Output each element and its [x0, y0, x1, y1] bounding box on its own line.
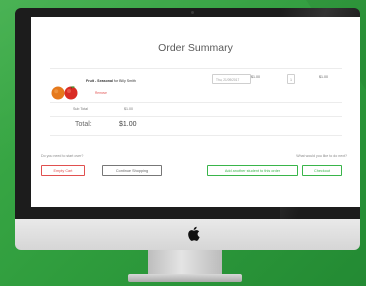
- divider: [50, 102, 342, 103]
- start-over-question: Do you need to start over?: [41, 154, 84, 158]
- next-step-question: What would you like to do next?: [296, 154, 347, 158]
- monitor-stand-base: [128, 274, 242, 282]
- remove-link[interactable]: Remove: [95, 91, 107, 95]
- subtotal-label: Sub Total: [73, 107, 88, 111]
- unit-price: $1.00: [251, 75, 260, 79]
- line-price: $1.00: [319, 75, 328, 79]
- apple-logo-icon: [188, 226, 200, 241]
- checkout-button[interactable]: Checkout: [302, 165, 342, 176]
- divider: [50, 116, 342, 117]
- total-label: Total:: [75, 121, 92, 128]
- item-name-rest: for Billy Smith: [112, 79, 136, 83]
- empty-cart-button[interactable]: Empty Cart: [41, 165, 85, 176]
- continue-shopping-button[interactable]: Continue Shopping: [102, 165, 162, 176]
- date-input[interactable]: Thu, 21/09/2017: [212, 74, 251, 84]
- quantity-input[interactable]: 1: [287, 74, 295, 84]
- fruit-image: [51, 86, 78, 100]
- camera-icon: [191, 11, 194, 14]
- divider: [50, 68, 342, 69]
- add-student-button[interactable]: Add another student to this order: [207, 165, 298, 176]
- item-name-bold[interactable]: Fruit - Seasonal: [86, 79, 113, 83]
- total-value: $1.00: [119, 121, 137, 128]
- divider: [50, 135, 342, 136]
- item-name: Fruit - Seasonal for Billy Smith: [86, 79, 136, 83]
- monitor-stand: [148, 250, 222, 276]
- monitor-screen: Order Summary Fruit - Seasonal for Billy…: [31, 17, 360, 207]
- subtotal-value: $1.00: [124, 107, 133, 111]
- page-title: Order Summary: [158, 42, 233, 54]
